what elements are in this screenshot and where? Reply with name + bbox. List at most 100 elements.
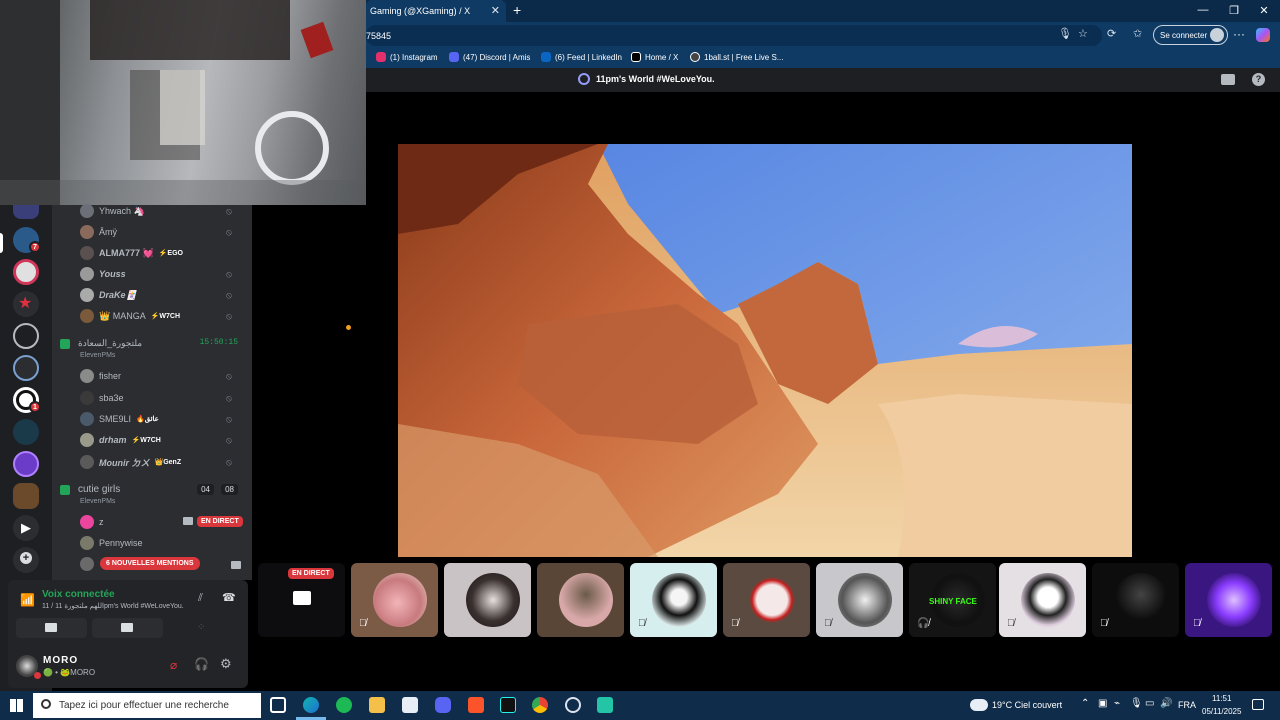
participant-tile[interactable] [537,563,624,637]
activities-button[interactable]: ⁘ [168,618,239,638]
spotify-icon[interactable] [336,697,352,713]
server-icon[interactable] [13,259,39,285]
edge-icon[interactable] [303,697,319,713]
voice-member[interactable]: Yhwach 🦄 ⦸ [80,202,244,220]
file-explorer-icon[interactable] [369,697,385,713]
maximize-button[interactable]: ❐ [1224,4,1244,17]
mic-icon[interactable]: 🎙 [1130,698,1143,709]
participant-tile[interactable]: 🎙̸ [723,563,810,637]
stream-video[interactable] [398,144,1132,557]
profile-avatar-icon [1210,28,1224,42]
more-menu-button[interactable]: ··· [1233,27,1245,41]
address-input[interactable]: 75845 [366,25,1102,46]
participant-tile[interactable]: 🎙̸ [1185,563,1272,637]
camera-off-button[interactable] [16,618,87,638]
microphone-icon[interactable]: 🎙 [1058,27,1072,40]
tray-chevron-icon[interactable]: ⌃ [1081,698,1089,709]
add-server-icon[interactable]: + [13,547,39,573]
avatar-text: SHINY FACE [929,597,977,606]
server-icon[interactable] [13,451,39,477]
new-mentions-pill[interactable]: 6 NOUVELLES MENTIONS [100,557,200,570]
voice-member[interactable]: DraKe🃏 ⦸ [80,286,244,304]
voice-channel-name[interactable]: 11 / اللهم ملتجورة 11pm's World #WeLoveY… [42,602,184,610]
favorite-1ball[interactable]: 1ball.st | Free Live S... [690,52,783,62]
app-icon[interactable] [597,697,613,713]
voice-member[interactable]: drham ⚡W7CH ⦸ [80,431,244,449]
windows-start-icon[interactable] [10,699,23,712]
settings-gear-icon[interactable]: ⚙ [220,656,232,672]
weather-text[interactable]: 19°C Ciel couvert [992,700,1062,710]
favorite-linkedin[interactable]: (6) Feed | LinkedIn [541,52,622,62]
star-icon[interactable]: ☆ [1078,27,1088,40]
voice-connected-panel: 📶 Voix connectée 11 / اللهم ملتجورة 11pm… [8,580,248,642]
voice-member[interactable]: ALMA777 💓 ⚡EGO [80,244,244,262]
disconnect-icon[interactable]: ☎ [222,591,236,604]
voice-member[interactable]: sba3e ⦸ [80,389,244,407]
screen-share-button[interactable] [92,618,163,638]
mic-muted-icon[interactable]: ⌀ [170,658,177,672]
favorite-discord[interactable]: (47) Discord | Amis [449,52,530,62]
voice-member[interactable]: SME9LI 🔥عائق ⦸ [80,410,244,428]
voice-member[interactable]: z EN DIRECT [80,513,244,531]
server-icon[interactable] [13,483,39,509]
refresh-icon[interactable]: ⟳ [1107,27,1116,40]
favorite-instagram[interactable]: (1) Instagram [376,52,438,62]
clock-date[interactable]: 05/11/2025 [1202,707,1241,716]
server-icon[interactable] [13,323,39,349]
chrome-icon[interactable] [532,697,548,713]
taskbar-search-input[interactable]: Tapez ici pour effectuer une recherche [33,693,261,718]
voice-member[interactable]: fisher ⦸ [80,367,244,385]
chatgpt-icon[interactable] [565,697,581,713]
favorites-icon[interactable]: ✩ [1133,27,1142,40]
language-indicator[interactable]: FRA [1178,700,1196,710]
headphones-icon[interactable]: 🎧 [194,657,209,671]
username[interactable]: MORO [43,655,78,666]
voice-channel[interactable]: cutie girls ElevenPMs 04 08 [60,484,248,505]
member-name: DraKe🃏 [99,289,137,300]
tiktok-icon[interactable] [500,697,516,713]
voice-status[interactable]: Voix connectée [42,589,115,600]
store-icon[interactable] [402,697,418,713]
copilot-icon[interactable] [1256,28,1270,42]
minimize-button[interactable]: — [1193,4,1213,16]
close-window-button[interactable]: ✕ [1254,4,1274,17]
tray-app-icon[interactable]: ▣ [1098,698,1107,709]
participant-tile[interactable] [444,563,531,637]
server-icon[interactable]: ▶ [13,515,39,541]
participant-tile[interactable]: 🎙̸ [1092,563,1179,637]
clock-time[interactable]: 11:51 [1212,694,1231,703]
browser-tab[interactable]: Gaming (@XGaming) / X ✕ [366,0,506,22]
server-icon[interactable] [13,419,39,445]
inbox-icon[interactable] [1221,74,1235,85]
voice-member[interactable]: Pennywise [80,534,244,552]
bluetooth-icon[interactable]: ⌁ [1114,698,1120,709]
task-view-icon[interactable] [270,697,286,713]
network-icon[interactable]: ▭ [1145,698,1154,709]
stream-frame-image [398,144,1132,557]
participant-tile[interactable]: 🎙̸ [630,563,717,637]
server-icon[interactable]: ★ [13,291,39,317]
tab-close-icon[interactable]: ✕ [491,4,500,17]
voice-channel[interactable]: ملتجورة_السعادة ElevenPMs 15:50:15 [60,338,248,359]
server-icon[interactable] [13,205,39,219]
participant-tile[interactable]: SHINY FACE 🎧̸ [909,563,996,637]
participant-tile[interactable]: 🎙̸ [999,563,1086,637]
signin-button[interactable]: Se connecter [1153,25,1228,45]
notifications-icon[interactable] [1252,699,1264,710]
voice-member[interactable]: Mounir ㄉㄨ 👑GenZ ⦸ [80,453,244,471]
voice-member[interactable]: Āmÿ ⦸ [80,223,244,241]
voice-member[interactable]: Youss ⦸ [80,265,244,283]
new-tab-button[interactable]: + [513,2,521,18]
live-tile[interactable]: EN DIRECT [258,563,345,637]
brave-icon[interactable] [468,697,484,713]
member-name: Pennywise [99,538,143,548]
favorite-x[interactable]: Home / X [631,52,678,62]
participant-tile[interactable]: 🎙̸ [351,563,438,637]
participant-tile[interactable]: 🎙̸ [816,563,903,637]
help-icon[interactable]: ? [1252,73,1265,86]
noise-suppression-icon[interactable]: ⫽ [198,592,203,605]
volume-icon[interactable]: 🔊 [1160,698,1172,709]
voice-member[interactable]: 👑 MANGA ⚡W7CH ⦸ [80,307,244,325]
server-icon[interactable] [13,355,39,381]
discord-icon[interactable] [435,697,451,713]
